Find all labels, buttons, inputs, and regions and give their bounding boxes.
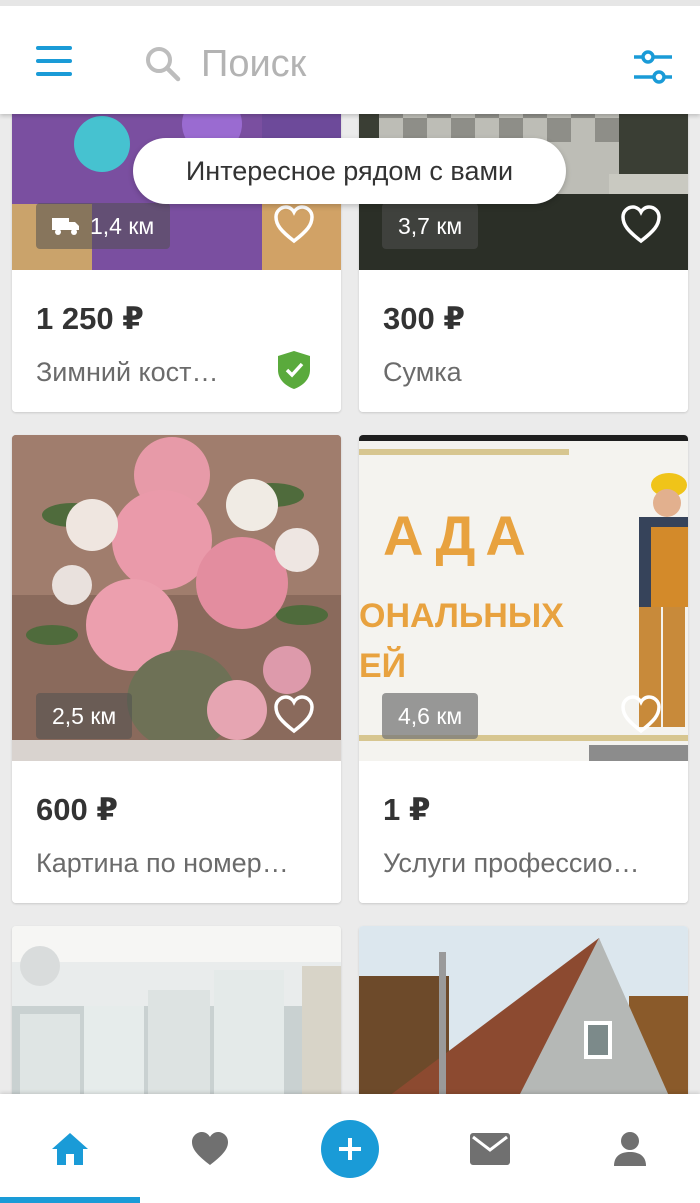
- distance-text: 2,5 км: [52, 702, 117, 729]
- listing-title: Услуги профессио…: [383, 848, 640, 878]
- add-listing-button[interactable]: [321, 1119, 379, 1178]
- listing-title: Картина по номер…: [36, 848, 289, 878]
- listing-title: Сумка: [383, 357, 462, 387]
- listing-price: 1 ₽: [383, 792, 431, 827]
- mail-icon: [470, 1132, 510, 1165]
- favorite-heart-icon[interactable]: [273, 695, 315, 735]
- listing-info: 300 ₽ Сумка: [359, 270, 688, 412]
- menu-icon-bar: [36, 72, 72, 76]
- nav-home[interactable]: [0, 1094, 140, 1203]
- listing-info: 600 ₽ Картина по номер…: [12, 761, 341, 903]
- favorite-heart-icon[interactable]: [620, 695, 662, 735]
- listing-title: Зимний кост…: [36, 357, 219, 387]
- search-icon: [146, 47, 181, 82]
- listing-price: 1 250 ₽: [36, 301, 144, 336]
- verified-shield-icon: [278, 351, 310, 389]
- person-icon: [614, 1131, 646, 1166]
- menu-icon-bar: [36, 59, 72, 63]
- listing-card[interactable]: 2,5 км 600 ₽ Картина по номер…: [12, 435, 341, 903]
- distance-text: 1,4 км: [90, 212, 155, 239]
- ad-line-2: ОНАЛЬНЫХ: [359, 597, 564, 635]
- distance-text: 3,7 км: [398, 212, 463, 239]
- filter-settings-icon[interactable]: [634, 50, 672, 84]
- favorite-heart-icon[interactable]: [273, 205, 315, 245]
- nav-favorites[interactable]: [140, 1094, 280, 1203]
- top-bar: [0, 0, 700, 114]
- nav-messages[interactable]: [420, 1094, 560, 1203]
- distance-badge: 2,5 км: [36, 693, 133, 739]
- listing-price: 600 ₽: [36, 792, 118, 827]
- distance-badge: 3,7 км: [382, 203, 479, 249]
- listing-info: 1 ₽ Услуги профессио…: [359, 761, 688, 903]
- delivery-truck-icon: [52, 218, 79, 235]
- menu-button[interactable]: [36, 46, 74, 78]
- ad-line-3: ЕЙ: [359, 647, 407, 685]
- heart-icon: [192, 1131, 228, 1165]
- menu-icon-bar: [36, 46, 72, 50]
- favorite-heart-icon[interactable]: [620, 205, 662, 245]
- distance-text: 4,6 км: [398, 702, 463, 729]
- listing-price: 300 ₽: [383, 301, 465, 336]
- nav-active-indicator: [0, 1197, 140, 1203]
- nearby-chip[interactable]: Интересное рядом с вами: [133, 138, 566, 204]
- search-input[interactable]: [201, 42, 541, 86]
- home-icon: [52, 1132, 88, 1165]
- distance-badge: 1,4 км: [36, 203, 171, 249]
- search-bar[interactable]: [145, 36, 565, 92]
- nav-profile[interactable]: [560, 1094, 700, 1203]
- nearby-chip-label: Интересное рядом с вами: [185, 155, 514, 186]
- plus-icon: [339, 1137, 361, 1160]
- bottom-navigation: [0, 1094, 700, 1203]
- distance-badge: 4,6 км: [382, 693, 479, 739]
- listing-card[interactable]: АДА ОНАЛЬНЫХ ЕЙ 4,6 км 1 ₽ Услуги профес…: [359, 435, 688, 903]
- ad-line-1: АДА: [383, 504, 536, 567]
- nav-add-listing[interactable]: [280, 1094, 420, 1203]
- listing-info: 1 250 ₽ Зимний кост…: [12, 270, 341, 412]
